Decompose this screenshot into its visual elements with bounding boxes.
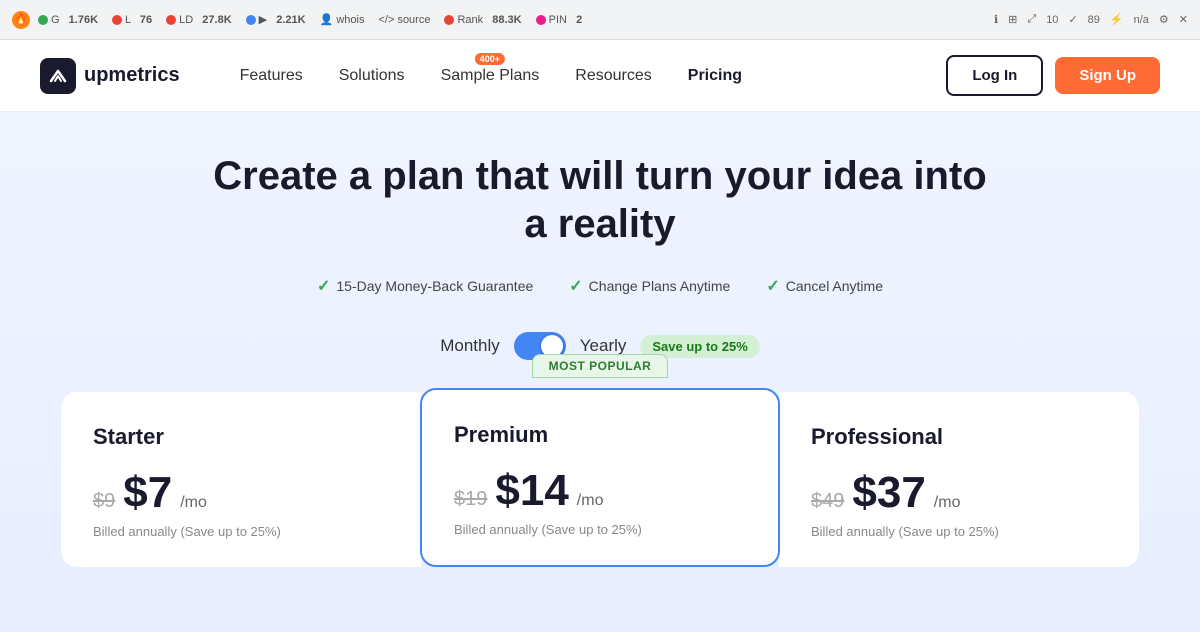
price-period-starter: /mo: [180, 494, 207, 512]
nav-actions: Log In Sign Up: [946, 55, 1160, 96]
check-icon-3: ✓: [766, 276, 779, 296]
metric-b: ▶ 2.21K: [246, 13, 306, 26]
guarantee-text-2: Change Plans Anytime: [589, 278, 731, 294]
hero-title: Create a plan that will turn your idea i…: [200, 152, 1000, 248]
sample-plans-label: Sample Plans: [441, 67, 540, 84]
nav-sample-plans[interactable]: Sample Plans 400+: [441, 67, 540, 85]
check-icon-1: ✓: [317, 276, 330, 296]
most-popular-label: MOST POPULAR: [532, 354, 669, 378]
guarantee-change-plans: ✓ Change Plans Anytime: [569, 276, 730, 296]
pricing-cards: Starter $9 $7 /mo Billed annually (Save …: [30, 392, 1170, 567]
price-period-premium: /mo: [577, 492, 604, 510]
plan-card-premium: MOST POPULAR Premium $19 $14 /mo Billed …: [420, 388, 780, 567]
icon-count2: 89: [1088, 14, 1100, 26]
guarantee-cancel: ✓ Cancel Anytime: [766, 276, 883, 296]
yearly-label: Yearly: [580, 336, 627, 356]
nav-pricing[interactable]: Pricing: [688, 67, 742, 85]
billed-note-premium: Billed annually (Save up to 25%): [454, 522, 746, 537]
guarantee-text-1: 15-Day Money-Back Guarantee: [336, 278, 533, 294]
metric-pin: PIN 2: [536, 14, 583, 26]
logo-text: upmetrics: [84, 64, 180, 87]
sample-plans-badge: 400+: [475, 53, 505, 65]
plan-card-starter: Starter $9 $7 /mo Billed annually (Save …: [61, 392, 421, 567]
guarantee-money-back: ✓ 15-Day Money-Back Guarantee: [317, 276, 533, 296]
logo-icon: [40, 58, 76, 94]
guarantee-text-3: Cancel Anytime: [786, 278, 883, 294]
metric-rank: Rank 88.3K: [444, 14, 521, 26]
price-original-professional: $49: [811, 490, 844, 513]
browser-action-icons: ℹ ⊞ ⤢ 10 ✓ 89 ⚡ n/a ⚙ ✕: [994, 13, 1188, 26]
icon-info[interactable]: ℹ: [994, 13, 998, 26]
nav-solutions[interactable]: Solutions: [339, 67, 405, 85]
price-row-professional: $49 $37 /mo: [811, 468, 1107, 518]
metric-source: </> source: [378, 14, 430, 26]
price-row-premium: $19 $14 /mo: [454, 466, 746, 516]
most-popular-badge: MOST POPULAR: [422, 354, 778, 378]
main-content: Create a plan that will turn your idea i…: [0, 112, 1200, 632]
price-original-premium: $19: [454, 488, 487, 511]
icon-close[interactable]: ✕: [1179, 13, 1188, 26]
plan-name-premium: Premium: [454, 422, 746, 448]
metric-g: G 1.76K: [38, 14, 98, 26]
icon-ext1[interactable]: ⤢: [1027, 13, 1036, 26]
price-current-premium: $14: [495, 466, 568, 516]
metric-l: L 76: [112, 14, 152, 26]
guarantees-bar: ✓ 15-Day Money-Back Guarantee ✓ Change P…: [20, 276, 1180, 296]
logo[interactable]: upmetrics: [40, 58, 180, 94]
signup-button[interactable]: Sign Up: [1055, 57, 1160, 94]
monthly-label: Monthly: [440, 336, 500, 356]
price-period-professional: /mo: [934, 494, 961, 512]
billed-note-professional: Billed annually (Save up to 25%): [811, 524, 1107, 539]
icon-count1: 10: [1046, 14, 1058, 26]
nav-resources[interactable]: Resources: [575, 67, 651, 85]
plan-name-professional: Professional: [811, 424, 1107, 450]
plan-card-professional: Professional $49 $37 /mo Billed annually…: [779, 392, 1139, 567]
icon-share[interactable]: ⊞: [1008, 13, 1017, 26]
price-current-professional: $37: [852, 468, 925, 518]
price-original-starter: $9: [93, 490, 115, 513]
navbar: upmetrics Features Solutions Sample Plan…: [0, 40, 1200, 112]
icon-settings[interactable]: ⚙: [1159, 13, 1169, 26]
price-row-starter: $9 $7 /mo: [93, 468, 389, 518]
icon-check[interactable]: ✓: [1068, 13, 1077, 26]
metric-whois: 👤 whois: [320, 13, 365, 26]
plan-name-starter: Starter: [93, 424, 389, 450]
login-button[interactable]: Log In: [946, 55, 1043, 96]
icon-wifi[interactable]: ⚡: [1110, 13, 1124, 26]
nav-links: Features Solutions Sample Plans 400+ Res…: [240, 67, 947, 85]
browser-toolbar: 🔥 G 1.76K L 76 LD 27.8K ▶ 2.21K 👤 whois …: [0, 0, 1200, 40]
price-current-starter: $7: [123, 468, 172, 518]
metric-ld: LD 27.8K: [166, 14, 232, 26]
icon-na: n/a: [1134, 14, 1149, 26]
nav-features[interactable]: Features: [240, 67, 303, 85]
favicon-icon: 🔥: [12, 11, 30, 29]
billed-note-starter: Billed annually (Save up to 25%): [93, 524, 389, 539]
check-icon-2: ✓: [569, 276, 582, 296]
browser-metrics: G 1.76K L 76 LD 27.8K ▶ 2.21K 👤 whois </…: [38, 13, 986, 26]
